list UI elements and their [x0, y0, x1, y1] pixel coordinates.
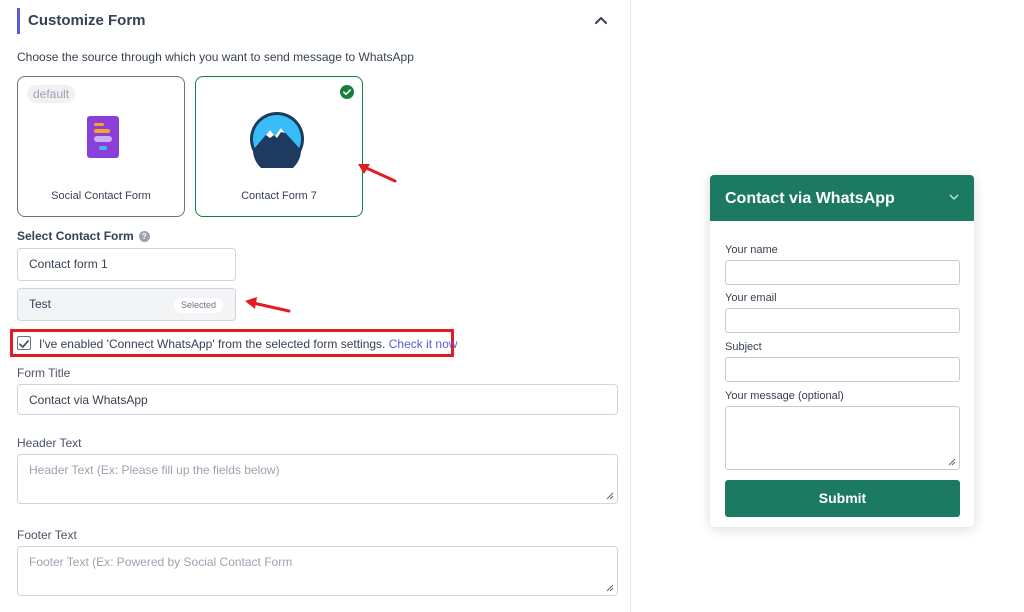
form-option-label: Contact form 1 [29, 257, 108, 271]
your-message-label: Your message (optional) [725, 390, 844, 402]
header-text-placeholder: Header Text (Ex: Please fill up the fiel… [29, 463, 280, 477]
form-option-test[interactable]: Test Selected [17, 288, 236, 321]
source-description: Choose the source through which you want… [17, 50, 414, 64]
section-title: Customize Form [28, 12, 146, 29]
select-contact-form-text: Select Contact Form [17, 229, 134, 243]
preview-title: Contact via WhatsApp [725, 190, 895, 207]
source-card-social-contact-form[interactable]: default Social Contact Form [17, 76, 185, 217]
footer-text-placeholder: Footer Text (Ex: Powered by Social Conta… [29, 555, 293, 569]
source-card-contact-form-7[interactable]: Contact Form 7 [195, 76, 363, 217]
help-question-icon[interactable]: ? [138, 230, 150, 242]
section-header: Customize Form [17, 8, 617, 34]
resize-handle-icon[interactable] [605, 491, 614, 500]
subject-input[interactable] [725, 357, 960, 382]
source-card-label: Social Contact Form [51, 190, 151, 202]
your-email-label: Your email [725, 292, 777, 304]
preview-header: Contact via WhatsApp [710, 175, 974, 221]
your-name-input[interactable] [725, 260, 960, 285]
chevron-down-icon[interactable] [948, 191, 960, 203]
resize-handle-icon[interactable] [605, 583, 614, 592]
your-message-textarea[interactable] [725, 406, 960, 470]
connect-whatsapp-label: I've enabled 'Connect WhatsApp' from the… [39, 337, 386, 351]
checkmark-icon [19, 340, 29, 348]
submit-button[interactable]: Submit [725, 480, 960, 517]
settings-panel: Customize Form Choose the source through… [0, 0, 631, 612]
mountain-logo-icon [248, 110, 306, 174]
annotation-arrow-icon [245, 297, 291, 313]
section-accent-bar [17, 8, 20, 34]
connect-whatsapp-checkbox[interactable] [17, 336, 31, 350]
whatsapp-form-preview: Contact via WhatsApp Your name Your emai… [710, 175, 974, 527]
form-phone-icon [86, 115, 120, 164]
header-text-label: Header Text [17, 436, 82, 450]
resize-handle-icon[interactable] [947, 457, 956, 466]
form-option-label: Test [29, 297, 52, 311]
your-email-input[interactable] [725, 308, 960, 333]
select-contact-form-label: Select Contact Form ? [17, 229, 150, 243]
collapse-chevron-up-icon[interactable] [591, 11, 611, 31]
form-option-contact-form-1[interactable]: Contact form 1 [17, 248, 236, 281]
connect-whatsapp-text: I've enabled 'Connect WhatsApp' from the… [39, 337, 457, 351]
default-badge: default [27, 85, 76, 103]
your-name-label: Your name [725, 244, 778, 256]
footer-text-input[interactable]: Footer Text (Ex: Powered by Social Conta… [17, 546, 618, 596]
selected-badge: Selected [173, 298, 223, 313]
check-it-now-link[interactable]: Check it now [389, 337, 458, 351]
form-title-label: Form Title [17, 366, 71, 380]
annotation-arrow-icon [358, 164, 397, 183]
form-title-input[interactable]: Contact via WhatsApp [17, 384, 618, 415]
subject-label: Subject [725, 341, 762, 353]
selected-check-icon [340, 85, 354, 104]
header-text-input[interactable]: Header Text (Ex: Please fill up the fiel… [17, 454, 618, 504]
footer-text-label: Footer Text [17, 528, 77, 542]
source-card-label: Contact Form 7 [241, 190, 317, 202]
